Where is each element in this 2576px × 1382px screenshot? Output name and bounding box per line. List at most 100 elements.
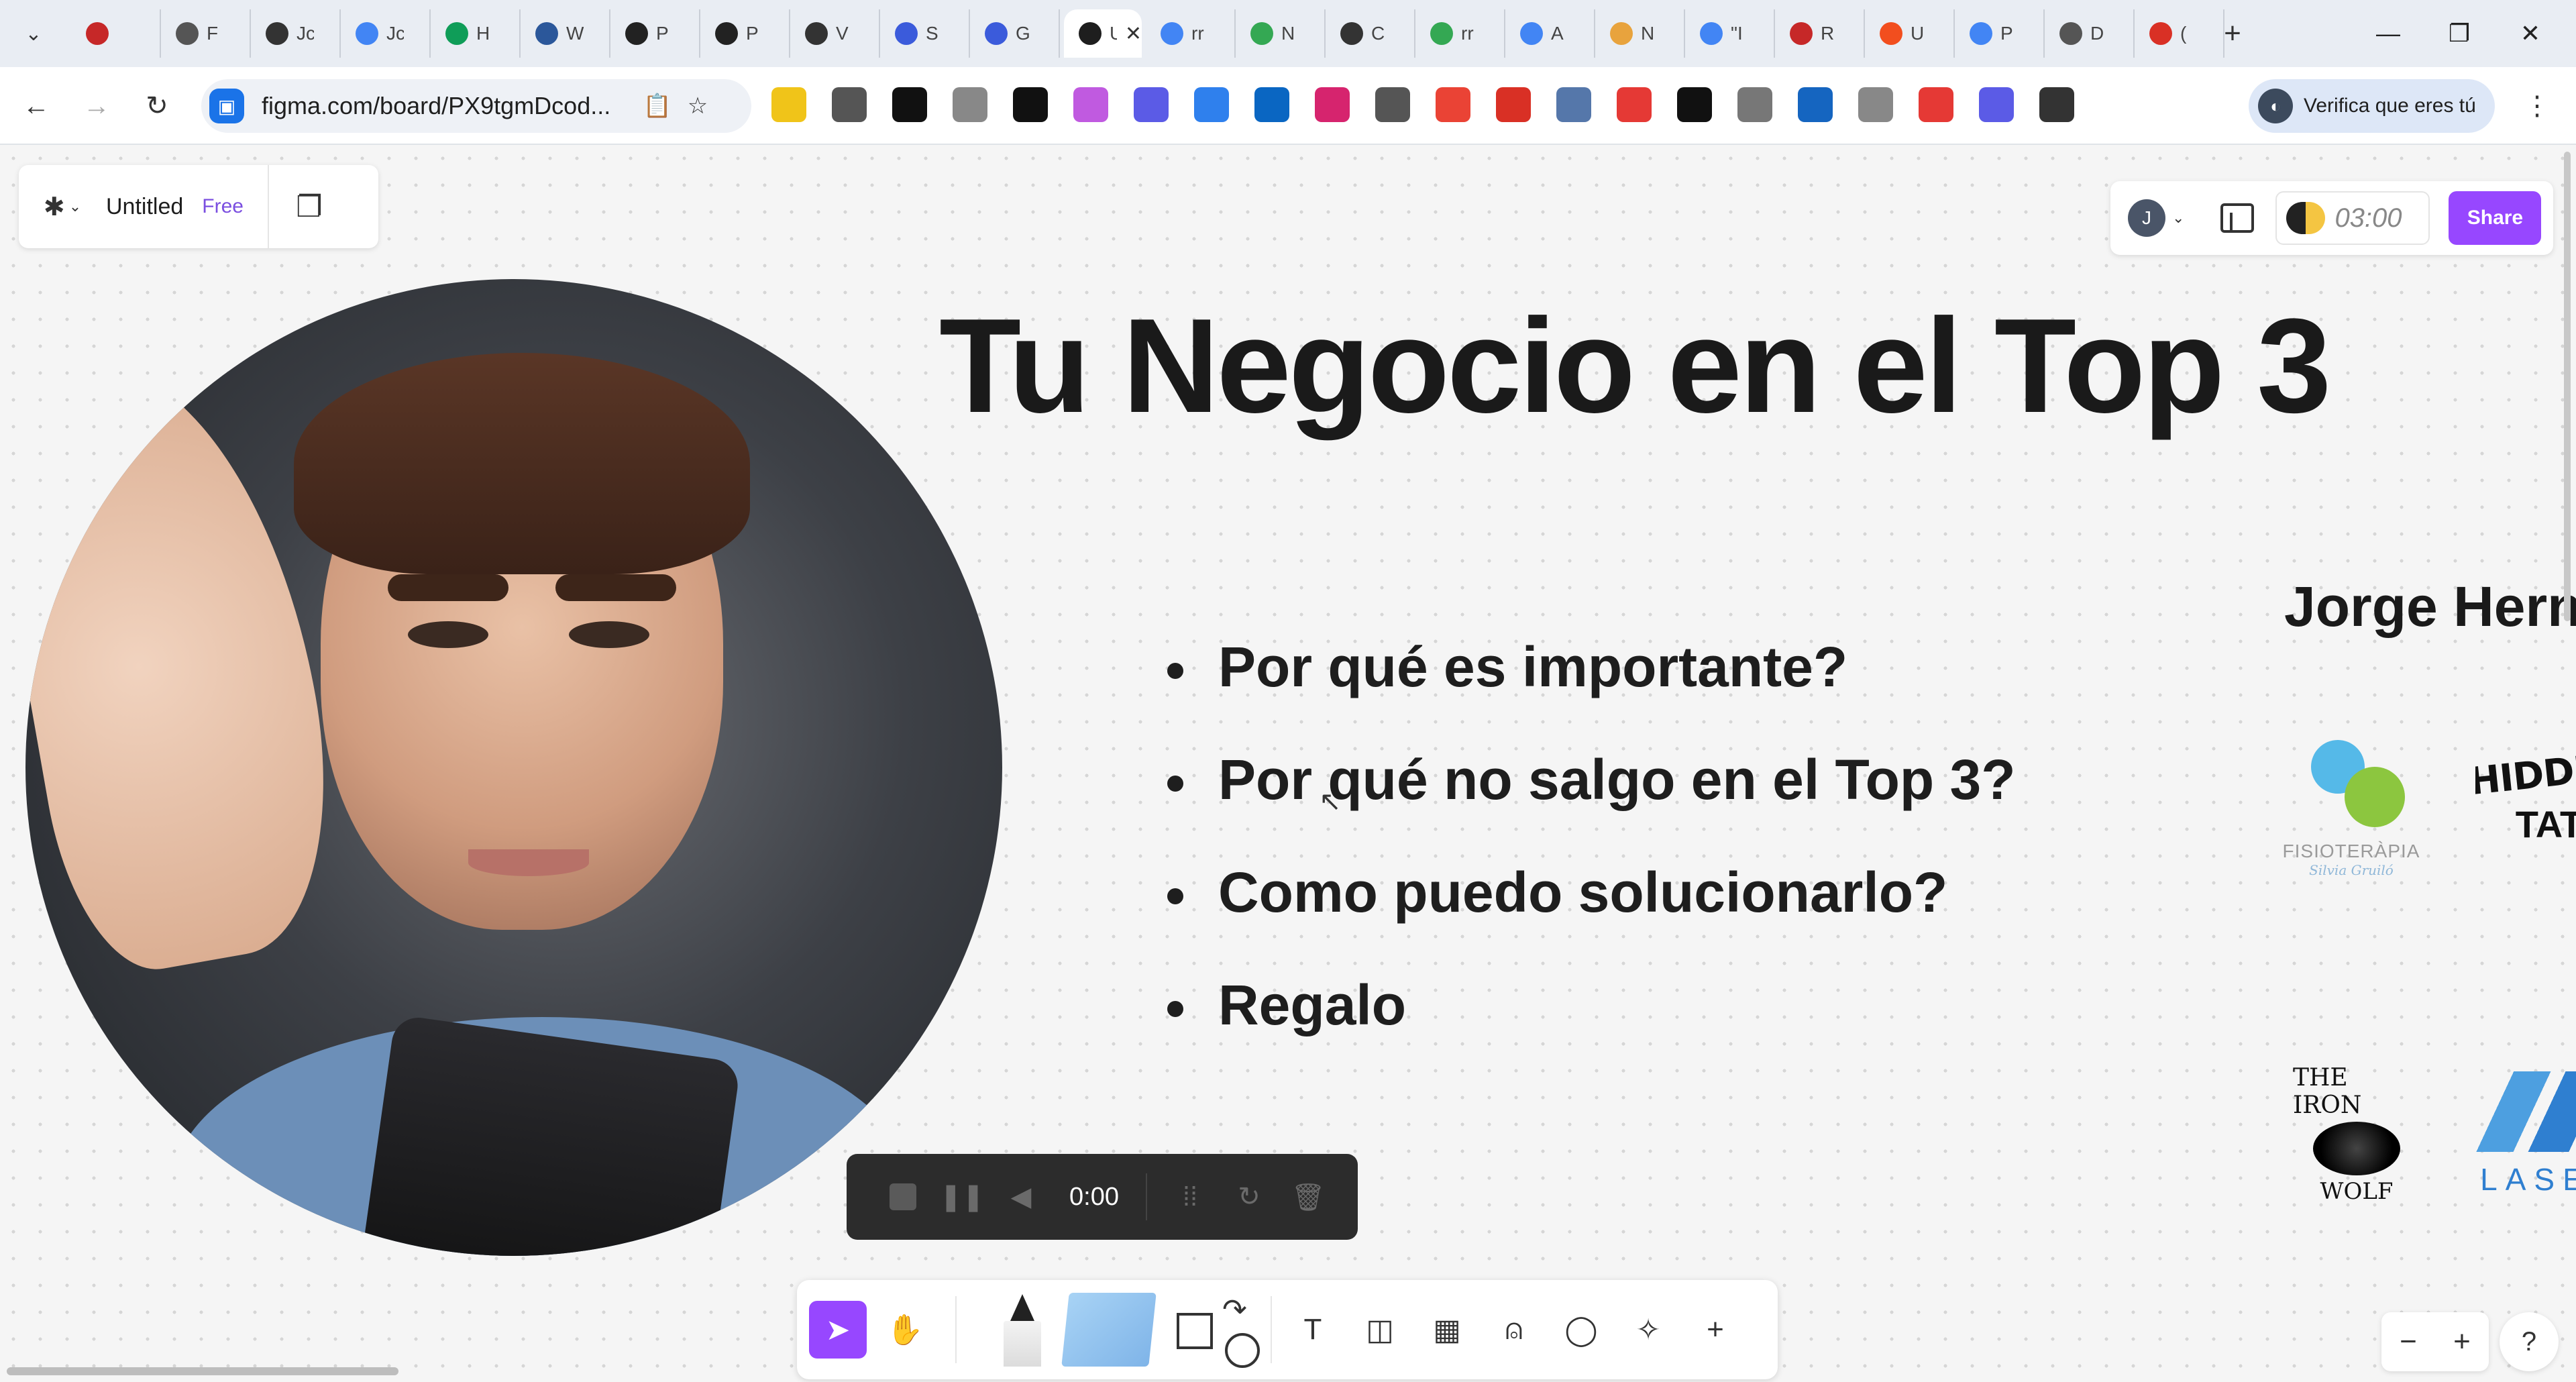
extension-icon[interactable] xyxy=(1254,87,1289,122)
pages-button[interactable]: ❐ xyxy=(269,165,350,248)
bullet-item[interactable]: Por qué no salgo en el Top 3? xyxy=(1167,747,2016,860)
stop-button[interactable] xyxy=(887,1181,919,1213)
maximize-button[interactable]: ❐ xyxy=(2432,13,2486,54)
browser-tab[interactable]: V xyxy=(790,9,880,58)
chevron-down-icon[interactable]: ⌄ xyxy=(2172,209,2184,227)
browser-tab[interactable]: A xyxy=(1505,9,1595,58)
retry-button[interactable]: ↻ xyxy=(1233,1181,1265,1213)
sticky-note-tool[interactable] xyxy=(1061,1293,1157,1367)
browser-tab[interactable]: F xyxy=(161,9,251,58)
site-info-icon[interactable]: ▣ xyxy=(209,89,244,123)
plan-badge[interactable]: Free xyxy=(202,195,244,218)
extension-icon[interactable] xyxy=(1134,87,1169,122)
browser-tab[interactable]: P xyxy=(610,9,700,58)
zoom-in-button[interactable]: + xyxy=(2453,1325,2471,1359)
bullet-item[interactable]: Como puedo solucionarlo? xyxy=(1167,860,2016,973)
ai-tool[interactable]: ✧ xyxy=(1619,1301,1677,1359)
reload-button[interactable]: ↻ xyxy=(137,86,177,126)
share-button[interactable]: Share xyxy=(2449,191,2542,245)
tab-search-button[interactable]: ⌄ xyxy=(13,15,54,52)
browser-tab[interactable]: C xyxy=(1326,9,1415,58)
hand-tool[interactable]: ✋ xyxy=(876,1301,934,1359)
more-tools-button[interactable]: + xyxy=(1686,1301,1744,1359)
url-text[interactable]: figma.com/board/PX9tgmDcod... xyxy=(262,92,637,120)
shapes-tool[interactable]: ↷ xyxy=(1171,1293,1260,1368)
browser-tab[interactable]: S xyxy=(880,9,970,58)
grid-button[interactable]: ⁞⁞ xyxy=(1174,1181,1206,1213)
table-tool[interactable]: ▦ xyxy=(1418,1301,1476,1359)
browser-menu-icon[interactable]: ⋮ xyxy=(2517,86,2557,126)
extension-icon[interactable] xyxy=(771,87,806,122)
extension-icon[interactable] xyxy=(1375,87,1410,122)
extension-icon[interactable] xyxy=(1737,87,1772,122)
browser-tab[interactable]: D xyxy=(2045,9,2135,58)
stamp-tool[interactable]: ⍝ xyxy=(1485,1301,1543,1359)
rewind-button[interactable]: ◀ xyxy=(1005,1181,1037,1213)
browser-tab[interactable]: Jc xyxy=(341,9,431,58)
timer-widget[interactable]: 03:00 xyxy=(2275,191,2430,245)
bullet-item[interactable]: Regalo xyxy=(1167,973,2016,1085)
browser-tab[interactable] xyxy=(71,9,161,58)
main-menu-button[interactable]: ✱ ⌄ xyxy=(19,165,106,248)
extension-icon[interactable] xyxy=(1013,87,1048,122)
close-tab-icon[interactable]: ✕ xyxy=(1125,22,1142,46)
extension-icon[interactable] xyxy=(1798,87,1833,122)
horizontal-scrollbar[interactable] xyxy=(7,1367,398,1375)
iron-wolf-logo[interactable]: THE IRON WOLF xyxy=(2293,1064,2420,1205)
browser-tab[interactable]: "I xyxy=(1685,9,1775,58)
browser-tab[interactable]: rr xyxy=(1415,9,1505,58)
slide-title[interactable]: Tu Negocio en el Top 3 xyxy=(939,289,2469,443)
figjam-canvas[interactable]: ✱ ⌄ Untitled Free ❐ J ⌄ 03:00 Share Tu N… xyxy=(0,145,2576,1382)
profile-button[interactable]: ◐ Verifica que eres tú xyxy=(2249,79,2495,133)
laser-logo[interactable]: LASE xyxy=(2469,1064,2576,1205)
delete-button[interactable]: 🗑 xyxy=(1291,1181,1326,1213)
extension-icon[interactable] xyxy=(2039,87,2074,122)
browser-tab[interactable]: H xyxy=(431,9,521,58)
extension-icon[interactable] xyxy=(1979,87,2014,122)
browser-tab[interactable]: W xyxy=(521,9,610,58)
extension-icon[interactable] xyxy=(1617,87,1652,122)
presenter-name[interactable]: Jorge Herna xyxy=(2284,574,2576,639)
browser-tab[interactable]: rr xyxy=(1146,9,1236,58)
extension-icon[interactable] xyxy=(1496,87,1531,122)
browser-tab[interactable]: G xyxy=(970,9,1060,58)
extension-icon[interactable] xyxy=(1194,87,1229,122)
bookmark-star-icon[interactable]: ☆ xyxy=(678,86,718,126)
browser-tab[interactable]: N xyxy=(1595,9,1685,58)
section-tool[interactable]: ◫ xyxy=(1351,1301,1409,1359)
zoom-out-button[interactable]: − xyxy=(2400,1325,2417,1359)
help-button[interactable]: ? xyxy=(2500,1312,2559,1371)
vertical-scrollbar[interactable] xyxy=(2564,152,2571,621)
hidden-tattoo-logo[interactable]: HIDDEN TAT xyxy=(2475,735,2576,863)
back-button[interactable]: ← xyxy=(16,86,56,126)
extension-icon[interactable] xyxy=(1073,87,1108,122)
browser-tab[interactable]: P xyxy=(1955,9,2045,58)
text-tool[interactable]: T xyxy=(1284,1301,1342,1359)
user-avatar[interactable]: J xyxy=(2128,199,2165,237)
extension-icon[interactable] xyxy=(1436,87,1470,122)
address-bar[interactable]: ▣ figma.com/board/PX9tgmDcod... 📋 ☆ xyxy=(201,79,751,133)
browser-tab[interactable]: ( xyxy=(2135,9,2224,58)
forward-button[interactable]: → xyxy=(76,86,117,126)
table-layout-icon[interactable] xyxy=(2220,203,2255,233)
marker-tool[interactable] xyxy=(996,1293,1049,1367)
extension-icon[interactable] xyxy=(1919,87,1953,122)
extension-icon[interactable] xyxy=(832,87,867,122)
move-tool[interactable]: ➤ xyxy=(809,1301,867,1359)
fisioterapia-logo[interactable]: FISIOTERÀPIA Silvia Gruiló xyxy=(2281,715,2422,890)
browser-tab[interactable]: R xyxy=(1775,9,1865,58)
extension-icon[interactable] xyxy=(892,87,927,122)
file-name[interactable]: Untitled xyxy=(106,194,183,220)
browser-tab[interactable]: U xyxy=(1865,9,1955,58)
clipboard-icon[interactable]: 📋 xyxy=(637,86,678,126)
close-window-button[interactable]: ✕ xyxy=(2504,13,2557,54)
extension-icon[interactable] xyxy=(1315,87,1350,122)
extension-icon[interactable] xyxy=(1858,87,1893,122)
pause-button[interactable]: ❚❚ xyxy=(939,1181,984,1213)
extension-icon[interactable] xyxy=(1677,87,1712,122)
bullet-list[interactable]: Por qué es importante? Por qué no salgo e… xyxy=(1167,635,2016,1085)
browser-tab[interactable]: N xyxy=(1236,9,1326,58)
browser-tab[interactable]: U ✕ xyxy=(1064,9,1142,58)
extension-icon[interactable] xyxy=(953,87,987,122)
bullet-item[interactable]: Por qué es importante? xyxy=(1167,635,2016,747)
